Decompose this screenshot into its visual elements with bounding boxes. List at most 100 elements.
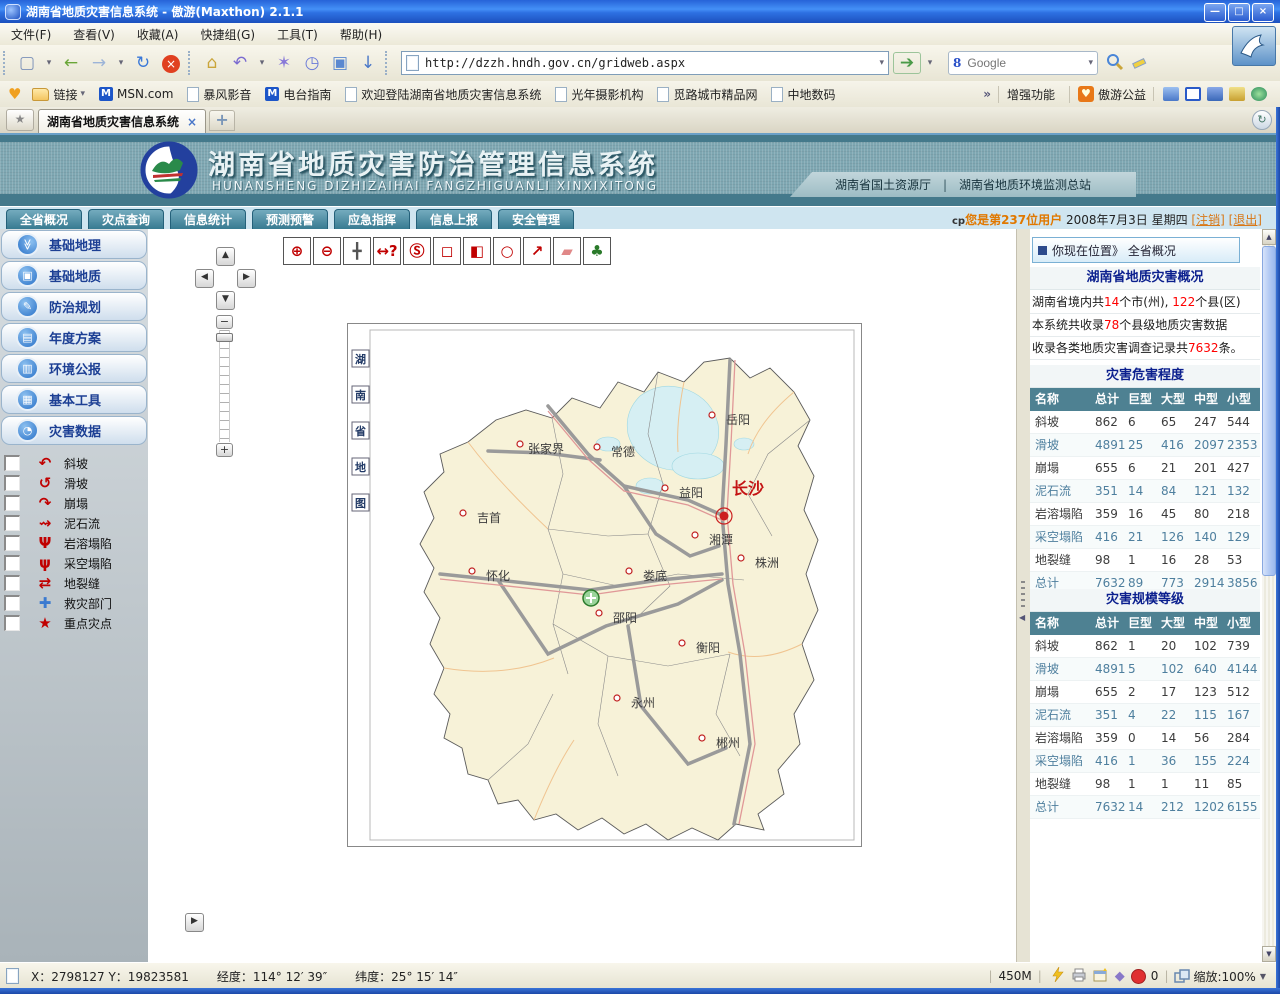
enhance-features-link[interactable]: 增强功能 bbox=[998, 86, 1055, 103]
notes-icon[interactable] bbox=[1207, 87, 1223, 101]
nav-tab-6[interactable]: 安全管理 bbox=[498, 209, 574, 231]
layer-checkbox[interactable] bbox=[4, 595, 20, 611]
sidebar-button-6[interactable]: ◔灾害数据 bbox=[1, 416, 147, 445]
search-engine-dropdown[interactable]: ▾ bbox=[1088, 58, 1093, 68]
scale-tool[interactable]: Ⓢ bbox=[403, 237, 431, 265]
links-folder-button[interactable]: 链接 ▾ bbox=[32, 86, 85, 103]
printer-icon[interactable] bbox=[1071, 968, 1087, 985]
link-item-6[interactable]: 中地数码 bbox=[771, 86, 835, 103]
link-geo-monitoring[interactable]: 湖南省地质环境监测总站 bbox=[959, 176, 1091, 193]
layer-checkbox[interactable] bbox=[4, 495, 20, 511]
minimize-button[interactable]: — bbox=[1204, 3, 1226, 22]
pan-east-button[interactable]: ▶ bbox=[237, 269, 256, 288]
nav-tab-1[interactable]: 灾点查询 bbox=[88, 209, 164, 231]
sidebar-button-0[interactable]: ≫基础地理 bbox=[1, 230, 147, 259]
zoom-slider-thumb[interactable] bbox=[216, 333, 233, 342]
scroll-down-icon[interactable]: ▼ bbox=[1262, 946, 1276, 962]
layer-row-0[interactable]: ↶斜坡 bbox=[4, 453, 148, 473]
boost-icon[interactable] bbox=[1051, 967, 1065, 985]
map-frame[interactable]: 湖南省地图 bbox=[347, 323, 862, 847]
blocked-popup-icon[interactable] bbox=[1131, 969, 1148, 984]
zoom-dropdown-icon[interactable]: ▼ bbox=[1260, 972, 1266, 981]
maximize-button[interactable]: □ bbox=[1228, 3, 1250, 22]
zoom-out-slider-button[interactable]: − bbox=[216, 315, 233, 329]
menu-item-1[interactable]: 查看(V) bbox=[62, 23, 126, 46]
link-item-1[interactable]: 暴风影音 bbox=[187, 86, 251, 103]
forward-button[interactable]: → bbox=[86, 50, 112, 76]
search-input[interactable] bbox=[965, 55, 1088, 71]
locate-icon[interactable] bbox=[583, 590, 599, 606]
menu-item-0[interactable]: 文件(F) bbox=[0, 23, 62, 46]
layer-row-1[interactable]: ↺滑坡 bbox=[4, 473, 148, 493]
logout-link[interactable]: [注销] bbox=[1191, 213, 1224, 227]
favorites-star-button[interactable]: ★ bbox=[6, 109, 34, 131]
toolbar-grip[interactable] bbox=[385, 51, 392, 75]
pan-west-button[interactable]: ◀ bbox=[195, 269, 214, 288]
scroll-up-icon[interactable]: ▲ bbox=[1262, 229, 1276, 245]
proxy-icon[interactable] bbox=[1163, 87, 1179, 101]
notebook-icon[interactable]: ◆ bbox=[1115, 969, 1125, 984]
draw-line-tool[interactable]: ↗ bbox=[523, 237, 551, 265]
refresh-button[interactable]: ↻ bbox=[130, 50, 156, 76]
globe-icon[interactable] bbox=[1251, 87, 1267, 101]
undo-button[interactable]: ↶ bbox=[227, 50, 253, 76]
zoom-in-tool[interactable]: ⊕ bbox=[283, 237, 311, 265]
measure-tool[interactable]: ↔? bbox=[373, 237, 401, 265]
layer-row-6[interactable]: ⇄地裂缝 bbox=[4, 573, 148, 593]
address-dropdown[interactable]: ▾ bbox=[879, 58, 884, 68]
close-button[interactable]: × bbox=[1252, 3, 1274, 22]
pan-north-button[interactable]: ▲ bbox=[216, 247, 235, 266]
pan-tool[interactable]: ╋ bbox=[343, 237, 371, 265]
pan-south-button[interactable]: ▼ bbox=[216, 291, 235, 310]
zoom-slider-track[interactable] bbox=[219, 330, 230, 442]
favorites-heart-icon[interactable]: ♥ bbox=[8, 85, 21, 103]
layer-checkbox[interactable] bbox=[4, 615, 20, 631]
zoom-control[interactable]: 缩放:100% ▼ bbox=[1174, 968, 1266, 985]
map-area[interactable]: ▲ ◀ ▶ ▼ − + ⊕⊖╋↔?Ⓢ◻◧○↗▰♣ ▶ 湖南省地图 bbox=[148, 229, 1016, 962]
new-page-button[interactable]: ▢ bbox=[14, 50, 40, 76]
window-icon[interactable] bbox=[1185, 87, 1201, 101]
undo-dropdown[interactable]: ▾ bbox=[255, 50, 269, 76]
search-icon[interactable] bbox=[1106, 53, 1124, 74]
splitter-handle[interactable] bbox=[1021, 581, 1025, 607]
address-input[interactable] bbox=[423, 55, 879, 71]
history-dropdown[interactable]: ▾ bbox=[114, 50, 128, 76]
history-clock-icon[interactable]: ◷ bbox=[299, 50, 325, 76]
layer-row-2[interactable]: ↷崩塌 bbox=[4, 493, 148, 513]
link-item-0[interactable]: MMSN.com bbox=[99, 87, 173, 101]
layer-checkbox[interactable] bbox=[4, 535, 20, 551]
stop-button[interactable]: × bbox=[158, 50, 184, 76]
toolbar-grip[interactable] bbox=[3, 51, 10, 75]
highlighter-icon[interactable] bbox=[1130, 53, 1148, 74]
deselect-tool[interactable]: ◧ bbox=[463, 237, 491, 265]
layer-checkbox[interactable] bbox=[4, 515, 20, 531]
layer-row-8[interactable]: ★重点灾点 bbox=[4, 613, 148, 633]
tab-refresh-icon[interactable]: ↻ bbox=[1252, 110, 1272, 130]
link-item-3[interactable]: 欢迎登陆湖南省地质灾害信息系统 bbox=[345, 86, 541, 103]
download-button[interactable]: ↓ bbox=[355, 50, 381, 76]
select-circle-tool[interactable]: ○ bbox=[493, 237, 521, 265]
eraser-tool[interactable]: ▰ bbox=[553, 237, 581, 265]
link-item-5[interactable]: 觅路城市精品网 bbox=[657, 86, 757, 103]
nav-tab-4[interactable]: 应急指挥 bbox=[334, 209, 410, 231]
full-extent-tool[interactable]: ♣ bbox=[583, 237, 611, 265]
layer-row-4[interactable]: Ψ岩溶塌陷 bbox=[4, 533, 148, 553]
menu-item-4[interactable]: 工具(T) bbox=[266, 23, 329, 46]
maxthon-charity-link[interactable]: ♥ 傲游公益 bbox=[1069, 86, 1146, 103]
tab-close-icon[interactable]: × bbox=[187, 115, 197, 129]
go-dropdown[interactable]: ▾ bbox=[923, 50, 937, 76]
new-tab-button[interactable]: + bbox=[209, 110, 235, 131]
layer-row-3[interactable]: ⇝泥石流 bbox=[4, 513, 148, 533]
go-button[interactable]: ➔ bbox=[893, 52, 921, 74]
link-item-4[interactable]: 光年摄影机构 bbox=[555, 86, 643, 103]
menu-item-3[interactable]: 快捷组(G) bbox=[189, 23, 266, 46]
pan-right-bottom-button[interactable]: ▶ bbox=[185, 913, 204, 932]
zoom-in-slider-button[interactable]: + bbox=[216, 443, 233, 457]
sidebar-button-5[interactable]: ▦基本工具 bbox=[1, 385, 147, 414]
new-window-icon[interactable] bbox=[1093, 968, 1109, 985]
menu-item-2[interactable]: 收藏(A) bbox=[126, 23, 190, 46]
exit-link[interactable]: [退出] bbox=[1229, 213, 1262, 227]
link-item-2[interactable]: M电台指南 bbox=[265, 86, 331, 103]
back-button[interactable]: ← bbox=[58, 50, 84, 76]
layer-checkbox[interactable] bbox=[4, 555, 20, 571]
